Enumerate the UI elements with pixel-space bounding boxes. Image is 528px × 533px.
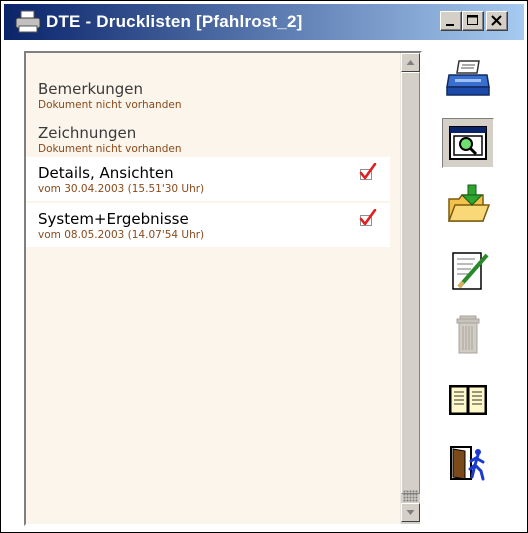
list-item-name: Zeichnungen xyxy=(38,124,137,142)
print-button[interactable] xyxy=(442,54,494,104)
preview-button[interactable] xyxy=(442,118,494,168)
list-item-status: Dokument nicht vorhanden xyxy=(38,99,182,111)
check-mark-icon[interactable] xyxy=(358,209,378,227)
close-icon xyxy=(491,15,502,26)
vertical-scrollbar[interactable] xyxy=(400,53,420,524)
maximize-icon xyxy=(467,15,478,25)
book-icon xyxy=(449,385,487,415)
list-item-bemerkungen[interactable]: Bemerkungen Dokument nicht vorhanden xyxy=(26,67,390,111)
trash-icon xyxy=(456,315,480,354)
printer-icon xyxy=(446,60,490,96)
scroll-thumb[interactable] xyxy=(401,72,420,494)
edit-button[interactable] xyxy=(442,246,494,296)
list-item-zeichnungen[interactable]: Zeichnungen Dokument nicht vorhanden xyxy=(26,111,390,155)
list-item-date: vom 30.04.2003 (15.51'30 Uhr) xyxy=(38,183,205,195)
list-item-details-ansichten[interactable]: Details, Ansichten vom 30.04.2003 (15.51… xyxy=(26,157,390,201)
window-title: DTE - Drucklisten [Pfahlrost_2] xyxy=(46,12,303,31)
document-list-panel: Bemerkungen Dokument nicht vorhanden Zei… xyxy=(24,51,422,526)
import-button[interactable] xyxy=(442,180,494,230)
check-mark-icon[interactable] xyxy=(358,163,378,181)
scroll-up-button[interactable] xyxy=(401,53,420,72)
scroll-down-button[interactable] xyxy=(401,503,420,522)
folder-import-icon xyxy=(447,184,491,222)
document-list[interactable]: Bemerkungen Dokument nicht vorhanden Zei… xyxy=(26,53,400,524)
window-body: Bemerkungen Dokument nicht vorhanden Zei… xyxy=(4,40,524,531)
list-item-name: System+Ergebnisse xyxy=(38,210,189,228)
preview-magnifier-icon xyxy=(449,126,487,160)
minimize-icon xyxy=(446,24,454,26)
close-button[interactable] xyxy=(486,11,508,31)
delete-button[interactable] xyxy=(442,310,494,360)
app-window: DTE - Drucklisten [Pfahlrost_2] Bemerkun… xyxy=(0,0,528,533)
maximize-button[interactable] xyxy=(462,11,484,31)
exit-button[interactable] xyxy=(442,438,494,488)
manual-button[interactable] xyxy=(442,374,494,424)
list-item-name: Bemerkungen xyxy=(38,80,144,98)
title-bar[interactable]: DTE - Drucklisten [Pfahlrost_2] xyxy=(4,4,524,40)
list-item-system-ergebnisse[interactable]: System+Ergebnisse vom 08.05.2003 (14.07'… xyxy=(26,203,390,247)
edit-document-icon xyxy=(452,252,489,290)
exit-door-icon xyxy=(450,446,485,481)
scroll-grip xyxy=(403,490,418,502)
arrow-down-icon xyxy=(406,510,415,515)
minimize-button[interactable] xyxy=(440,11,462,31)
printer-app-icon xyxy=(15,10,41,33)
list-item-status: Dokument nicht vorhanden xyxy=(38,143,182,155)
arrow-up-icon xyxy=(406,60,415,65)
list-item-date: vom 08.05.2003 (14.07'54 Uhr) xyxy=(38,229,205,241)
list-item-name: Details, Ansichten xyxy=(38,164,174,182)
